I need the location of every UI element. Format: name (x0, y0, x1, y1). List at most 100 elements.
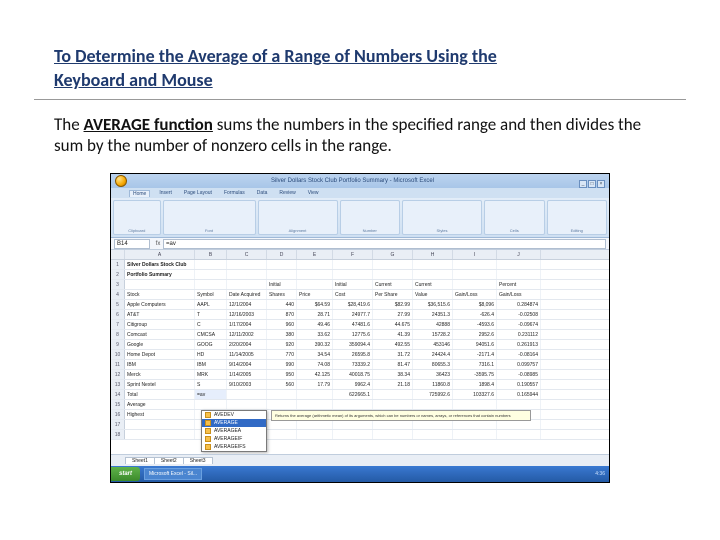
cell[interactable] (195, 400, 227, 409)
cell[interactable] (297, 400, 333, 409)
cell[interactable]: Total (125, 390, 195, 399)
cell[interactable]: HD (195, 350, 227, 359)
cell[interactable] (497, 420, 541, 429)
cell[interactable] (333, 400, 373, 409)
cell[interactable]: Gain/Loss (453, 290, 497, 299)
tab-home[interactable]: Home (129, 190, 150, 197)
cell[interactable]: 80655.3 (413, 360, 453, 369)
cell[interactable]: -3595.75 (453, 370, 497, 379)
tab-review[interactable]: Review (276, 190, 298, 196)
table-row[interactable]: 15Average (111, 400, 609, 410)
cell[interactable]: 12/1/2004 (227, 300, 267, 309)
ribbon-tabs[interactable]: Home Insert Page Layout Formulas Data Re… (111, 188, 609, 198)
cell[interactable]: 44.675 (373, 320, 413, 329)
cell[interactable] (333, 260, 373, 269)
cell[interactable]: -0.09674 (497, 320, 541, 329)
ribbon-group-number[interactable] (340, 200, 401, 235)
cell[interactable] (453, 270, 497, 279)
cell[interactable]: 31.72 (373, 350, 413, 359)
cell[interactable]: Price (297, 290, 333, 299)
cell[interactable]: 94051.6 (453, 340, 497, 349)
cell[interactable]: Stock (125, 290, 195, 299)
cell[interactable] (125, 280, 195, 289)
cell[interactable] (497, 270, 541, 279)
cell[interactable]: Silver Dollars Stock Club (125, 260, 195, 269)
cell[interactable]: C (195, 320, 227, 329)
cell[interactable]: 33.62 (297, 330, 333, 339)
sheet-tab[interactable]: Sheet1 (125, 457, 155, 464)
cell[interactable] (333, 420, 373, 429)
cell[interactable]: 622665.1 (333, 390, 373, 399)
cell[interactable] (373, 270, 413, 279)
cell[interactable]: 453146 (413, 340, 453, 349)
cell[interactable] (227, 390, 267, 399)
cell[interactable]: 12/16/2003 (227, 310, 267, 319)
cell[interactable]: 41.39 (373, 330, 413, 339)
cell[interactable]: 725992.6 (413, 390, 453, 399)
cell[interactable]: Cost (333, 290, 373, 299)
sheet-tabs[interactable]: Sheet1 Sheet2 Sheet3 (111, 454, 609, 466)
cell[interactable] (267, 260, 297, 269)
sheet-tab[interactable]: Sheet2 (154, 457, 184, 464)
cell[interactable]: 9962.4 (333, 380, 373, 389)
cell[interactable]: 380 (267, 330, 297, 339)
table-row[interactable]: 7CitigroupC1/17/200496049.4647481.644.67… (111, 320, 609, 330)
cell[interactable]: 103327.6 (453, 390, 497, 399)
cell[interactable] (497, 430, 541, 439)
formula-input[interactable]: =av (163, 239, 606, 249)
cell[interactable]: Initial (333, 280, 373, 289)
ribbon-group-font[interactable] (163, 200, 256, 235)
cell[interactable]: 1/17/2004 (227, 320, 267, 329)
cell[interactable]: 17.79 (297, 380, 333, 389)
cell[interactable] (297, 420, 333, 429)
cell[interactable] (373, 400, 413, 409)
cell[interactable]: -2171.4 (453, 350, 497, 359)
cell[interactable]: 920 (267, 340, 297, 349)
cell[interactable]: GOOG (195, 340, 227, 349)
taskbar-item[interactable]: Microsoft Excel - Sil... (144, 468, 202, 480)
cell[interactable]: 390.32 (297, 340, 333, 349)
cell[interactable] (297, 430, 333, 439)
cell[interactable]: S (195, 380, 227, 389)
cell[interactable]: Per Share (373, 290, 413, 299)
cell[interactable]: Symbol (195, 290, 227, 299)
cell[interactable] (373, 260, 413, 269)
cell[interactable]: -0.02508 (497, 310, 541, 319)
table-row[interactable]: 9GoogleGOOG2/20/2004920390.32359094.4492… (111, 340, 609, 350)
cell[interactable]: IBM (125, 360, 195, 369)
cell[interactable]: $36,515.6 (413, 300, 453, 309)
cell[interactable]: 560 (267, 380, 297, 389)
cell[interactable]: -4593.6 (453, 320, 497, 329)
table-row[interactable]: 10Home DepotHD11/14/200577034.5426595.83… (111, 350, 609, 360)
cell[interactable] (413, 420, 453, 429)
cell[interactable]: -0.08164 (497, 350, 541, 359)
cell[interactable]: AT&T (125, 310, 195, 319)
worksheet[interactable]: ABCDEFGHIJ 1Silver Dollars Stock Club2Po… (111, 250, 609, 460)
cell[interactable]: $8,096 (453, 300, 497, 309)
cell[interactable]: Citigroup (125, 320, 195, 329)
cell[interactable]: 492.55 (373, 340, 413, 349)
cell[interactable]: Gain/Loss (497, 290, 541, 299)
cell[interactable]: 24424.4 (413, 350, 453, 359)
cell[interactable]: 0.099757 (497, 360, 541, 369)
cell[interactable]: 36423 (413, 370, 453, 379)
cell[interactable]: 9/14/2004 (227, 360, 267, 369)
cell[interactable] (227, 270, 267, 279)
cell[interactable] (373, 420, 413, 429)
cell[interactable]: 26595.8 (333, 350, 373, 359)
cell[interactable]: Apple Computers (125, 300, 195, 309)
cell[interactable]: Value (413, 290, 453, 299)
formula-autocomplete[interactable]: AVEDEV AVERAGE AVERAGEA AVERAGEIF AVERAG… (201, 410, 267, 452)
cell[interactable] (195, 260, 227, 269)
cell[interactable]: 21.18 (373, 380, 413, 389)
table-row[interactable]: 13Sprint NextelS9/10/200356017.799962.42… (111, 380, 609, 390)
cell[interactable]: 359094.4 (333, 340, 373, 349)
cell[interactable]: $64.59 (297, 300, 333, 309)
tab-page-layout[interactable]: Page Layout (181, 190, 215, 196)
cell[interactable]: 0.231112 (497, 330, 541, 339)
fx-icon[interactable]: fx (153, 241, 163, 247)
cell[interactable]: 9/10/2003 (227, 380, 267, 389)
cell[interactable] (227, 280, 267, 289)
cell[interactable] (267, 390, 297, 399)
cell[interactable]: 990 (267, 360, 297, 369)
